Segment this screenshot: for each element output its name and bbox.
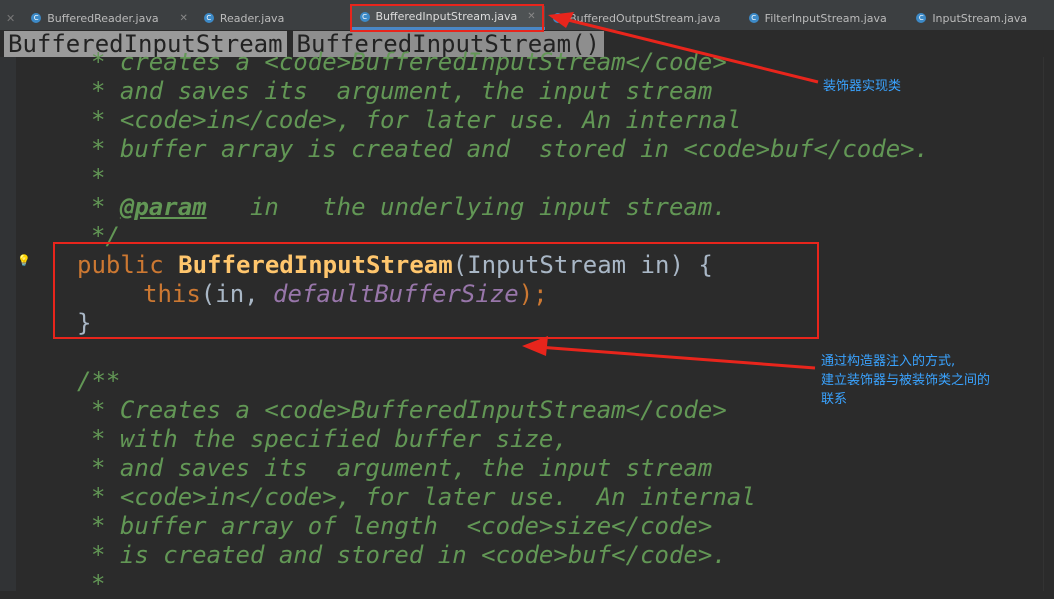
annotation-decorator-class: 装饰器实现类 [823, 79, 902, 94]
arrow-to-constructor [522, 336, 816, 370]
arrow-to-tab [548, 12, 819, 84]
annotation-line: 通过构造器注入的方式, [821, 354, 956, 369]
annotation-line: 建立装饰器与被装饰类之间的 [821, 373, 991, 388]
annotation-line: 联系 [821, 392, 848, 407]
annotation-constructor-injection: 通过构造器注入的方式, 建立装饰器与被装饰类之间的 联系 [821, 352, 990, 409]
